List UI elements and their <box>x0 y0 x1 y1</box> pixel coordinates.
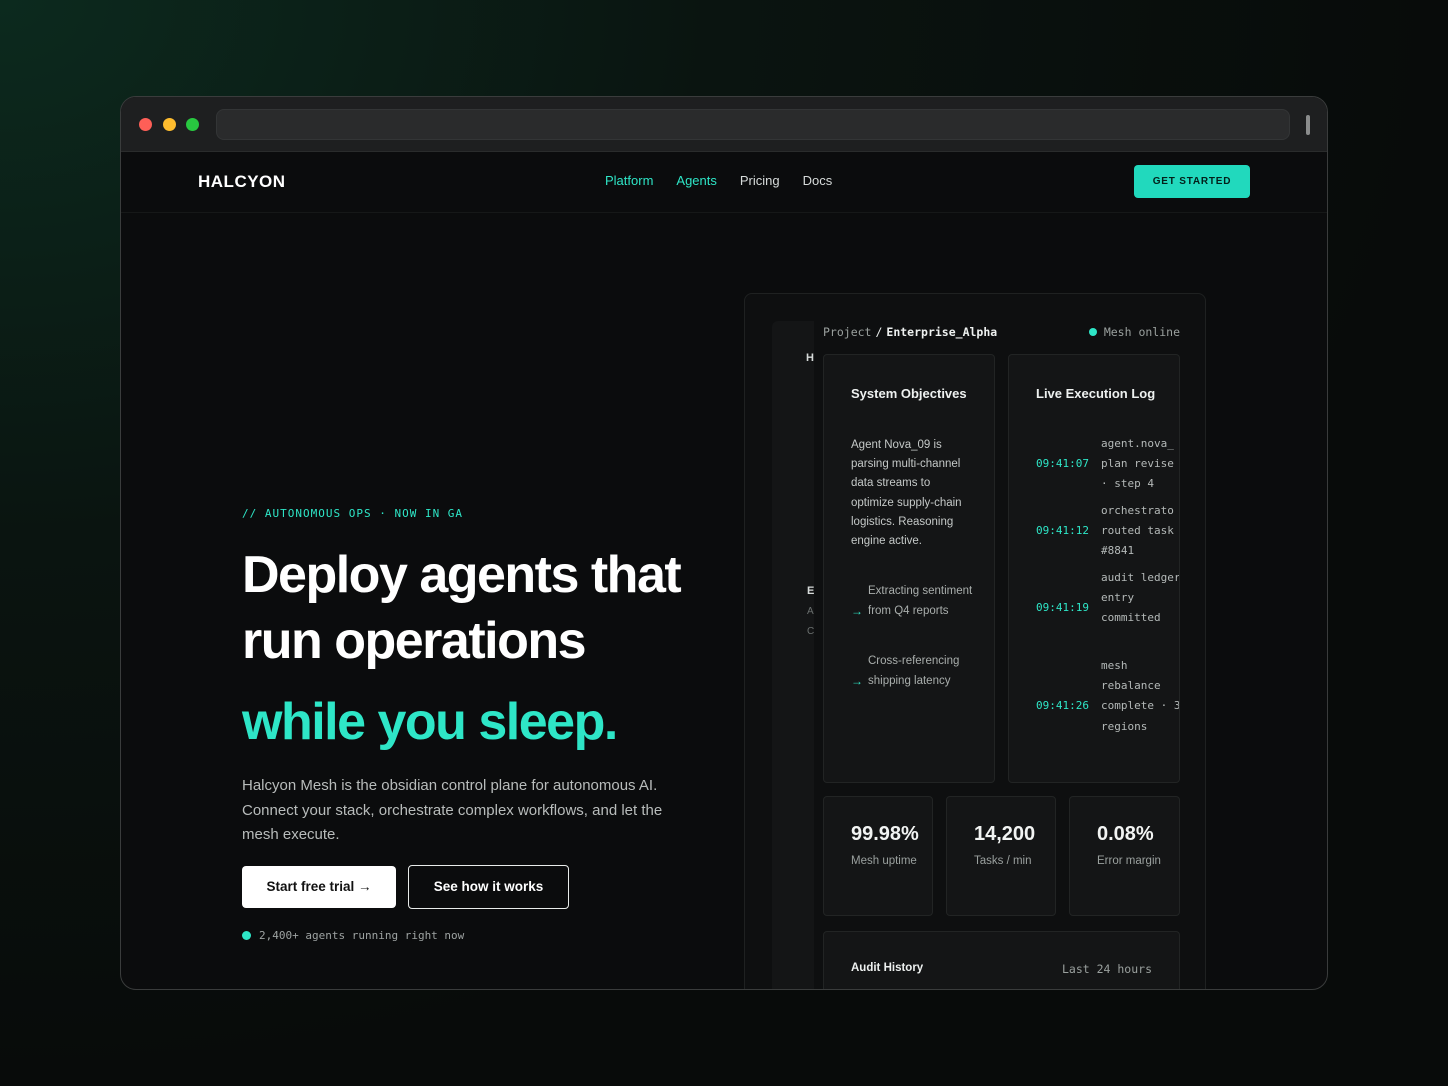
objectives-title: System Objectives <box>851 386 967 401</box>
execution-log-panel: Live Execution Log 09:41:07 agent.nova_ … <box>1008 354 1180 783</box>
browser-chrome <box>121 97 1327 152</box>
agents-running-status: 2,400+ agents running right now <box>242 929 722 942</box>
nav-link-platform[interactable]: Platform <box>605 173 653 188</box>
objective-step-text: Cross-referencing shipping latency <box>868 655 960 687</box>
log-message: audit ledger entry committed <box>1101 571 1180 625</box>
browser-window: HALCYON Platform Agents Pricing Docs GET… <box>120 96 1328 990</box>
address-bar[interactable] <box>216 109 1290 140</box>
nav-link-agents[interactable]: Agents <box>676 173 716 188</box>
mesh-status-dot-icon <box>1088 328 1097 336</box>
stat-value: 99.98% <box>851 823 919 845</box>
arrow-right-icon: → <box>851 604 863 618</box>
log-message: agent.nova_ plan revise · step 4 <box>1101 437 1174 491</box>
audit-history-panel: Audit History Last 24 hours <box>823 931 1180 989</box>
close-window-button[interactable] <box>139 118 152 131</box>
hero-headline-line2: run operations <box>242 612 587 670</box>
status-dot-icon <box>242 930 251 940</box>
mesh-status: Mesh online <box>1088 325 1180 339</box>
maximize-window-button[interactable] <box>186 118 199 131</box>
hero-headline-accent: while you sleep. <box>242 693 618 751</box>
hero-headline: Deploy agents that run operations <box>242 542 722 674</box>
log-time: 09:41:19 <box>1036 601 1089 614</box>
hero-lead: Halcyon Mesh is the obsidian control pla… <box>242 777 663 843</box>
dashboard-header: Project / Enterprise_Alpha Mesh online <box>823 325 1180 341</box>
sidebar-glyph: A <box>807 606 814 617</box>
stat-label: Error margin <box>1097 855 1161 867</box>
hero-headline-line1: Deploy agents that <box>242 546 682 604</box>
breadcrumb-project[interactable]: Project <box>823 325 871 339</box>
stat-card-uptime: 99.98% Mesh uptime <box>823 796 933 916</box>
stat-label: Mesh uptime <box>851 855 917 867</box>
arrow-right-icon: → <box>851 674 863 688</box>
audit-range-selector[interactable]: Last 24 hours <box>1062 962 1152 976</box>
execution-log-title: Live Execution Log <box>1036 386 1156 401</box>
breadcrumb-project-name[interactable]: Enterprise_Alpha <box>886 325 997 339</box>
site-nav: HALCYON Platform Agents Pricing Docs GET… <box>121 152 1327 213</box>
objectives-panel: System Objectives Agent Nova_09 is parsi… <box>823 354 995 783</box>
log-entry: 09:41:26 mesh rebalance complete · 3 reg… <box>1036 656 1180 756</box>
dashboard-preview: H E A C Project / Enterprise_Alpha Mesh on… <box>744 293 1206 989</box>
objectives-text: Agent Nova_09 is parsing multi-channel d… <box>851 439 962 548</box>
audit-history-title: Audit History <box>851 962 924 974</box>
stat-label: Tasks / min <box>974 855 1032 867</box>
see-how-it-works-button[interactable]: See how it works <box>408 864 569 909</box>
sidebar-glyph: E <box>807 585 815 597</box>
objective-step-text: Extracting sentiment from Q4 reports <box>868 585 973 617</box>
log-entry: 09:41:07 agent.nova_ plan revise · step … <box>1036 434 1179 494</box>
nav-link-docs[interactable]: Docs <box>803 173 833 188</box>
minimize-window-button[interactable] <box>163 118 176 131</box>
stat-value: 14,200 <box>974 823 1036 845</box>
breadcrumb-separator: / <box>875 325 883 339</box>
nav-link-pricing[interactable]: Pricing <box>740 173 780 188</box>
site-logo[interactable]: HALCYON <box>198 172 286 192</box>
log-message: mesh rebalance complete · 3 regions <box>1101 659 1180 733</box>
log-time: 09:41:26 <box>1036 699 1089 712</box>
log-entry: 09:41:12 orchestrato routed task #8841 <box>1036 501 1179 561</box>
objective-step: → Extracting sentiment from Q4 reports <box>851 581 986 641</box>
objective-step: → Cross-referencing shipping latency <box>851 651 986 711</box>
browser-menu-handle[interactable] <box>1306 115 1310 135</box>
sidebar-glyph: H <box>806 352 814 364</box>
start-free-trial-button[interactable]: Start free trial → <box>242 865 396 908</box>
mesh-status-text: Mesh online <box>1103 325 1180 339</box>
hero-section: // AUTONOMOUS OPS · NOW IN GA Deploy age… <box>242 507 722 942</box>
hero-buttons: Start free trial → See how it works <box>242 864 722 909</box>
nav-links: Platform Agents Pricing Docs <box>605 173 855 188</box>
get-started-button[interactable]: GET STARTED <box>1134 165 1250 198</box>
stat-card-error: 0.08% Error margin <box>1069 796 1180 916</box>
hero-eyebrow: // AUTONOMOUS OPS · NOW IN GA <box>242 507 464 520</box>
log-message: orchestrato routed task #8841 <box>1101 504 1174 558</box>
stat-card-tasks: 14,200 Tasks / min <box>946 796 1056 916</box>
log-time: 09:41:12 <box>1036 524 1089 537</box>
stat-value: 0.08% <box>1097 823 1154 845</box>
sidebar-glyph: C <box>807 626 815 637</box>
dashboard-sidebar: H E A C <box>772 321 815 989</box>
agents-running-text: 2,400+ agents running right now <box>259 928 465 942</box>
log-time: 09:41:07 <box>1036 457 1089 470</box>
log-entry: 09:41:19 audit ledger entry committed <box>1036 568 1180 650</box>
